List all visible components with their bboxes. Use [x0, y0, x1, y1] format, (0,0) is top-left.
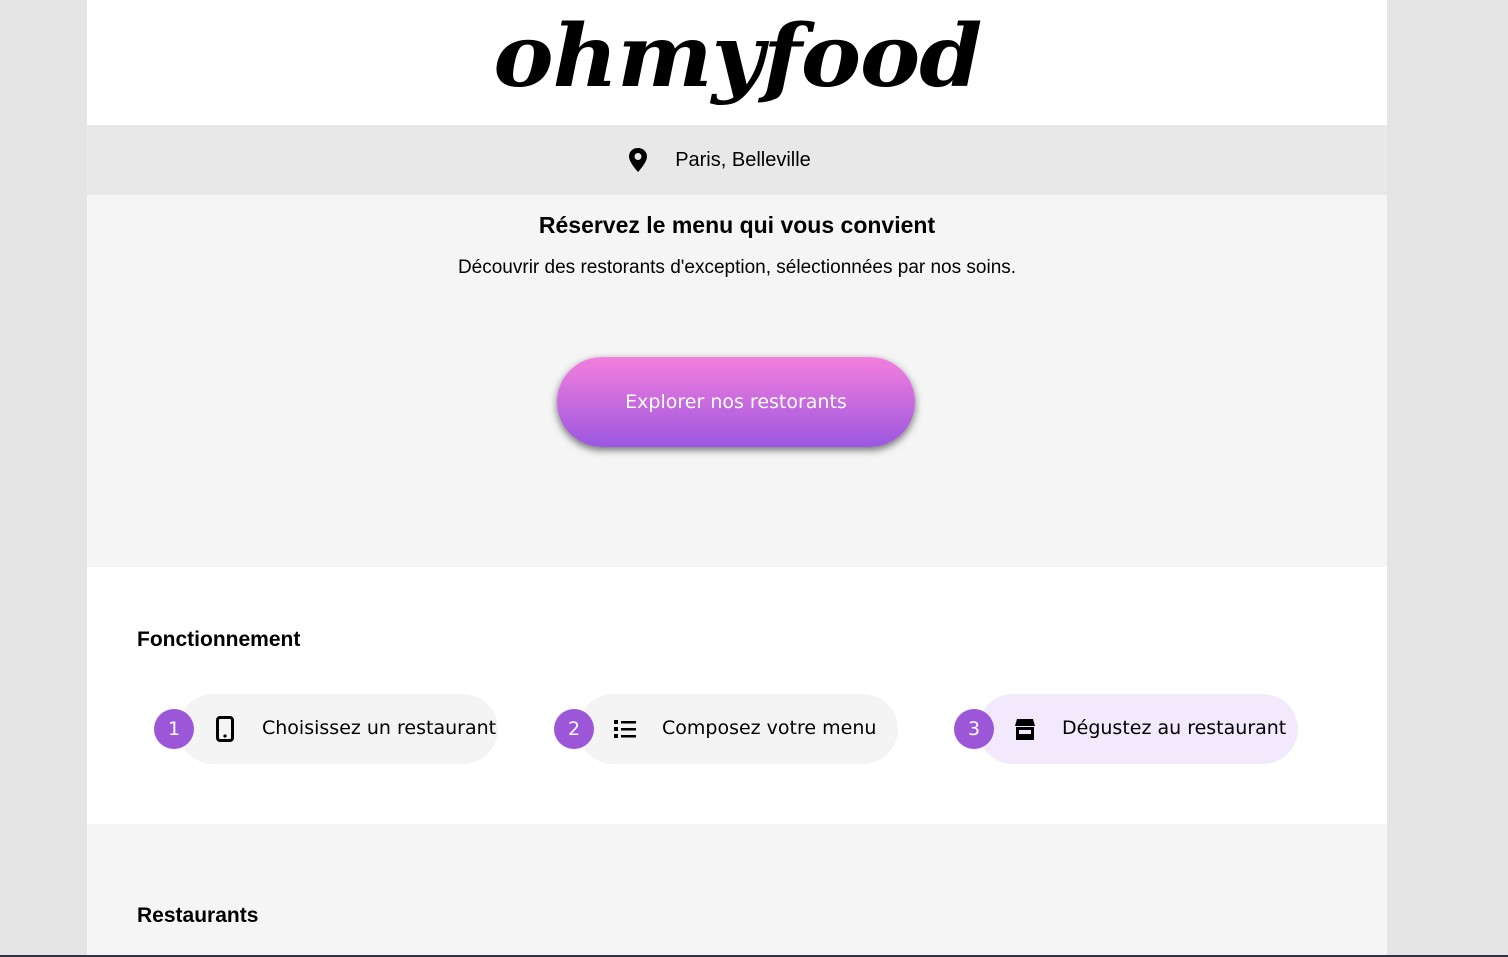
- smartphone-icon: [212, 716, 238, 742]
- location-label: Paris, Belleville: [675, 148, 811, 171]
- store-icon: [1012, 716, 1038, 742]
- step-label: Choisissez un restaurant: [262, 717, 497, 739]
- hero-subtitle: Découvrir des restorants d'exception, sé…: [457, 257, 1017, 278]
- step-number: 3: [954, 709, 994, 749]
- section-title-restaurants: Restaurants: [137, 904, 259, 927]
- list-icon: [612, 716, 638, 742]
- logo[interactable]: ohmyfood: [493, 13, 982, 100]
- step-label: Dégustez au restaurant: [1062, 717, 1287, 739]
- step-label: Composez votre menu: [662, 717, 877, 739]
- page: ohmyfood Paris, Belleville Réservez le m…: [87, 0, 1387, 957]
- explore-restaurants-button[interactable]: Explorer nos restorants: [557, 357, 915, 447]
- how-it-works-section: Fonctionnement 1 Choisissez un restauran…: [87, 567, 1387, 824]
- header: ohmyfood: [87, 0, 1387, 125]
- map-pin-icon: [627, 147, 649, 173]
- hero-section: Réservez le menu qui vous convient Décou…: [87, 195, 1387, 567]
- restaurants-section: Restaurants: [87, 824, 1387, 957]
- location-bar: Paris, Belleville: [87, 125, 1387, 195]
- step-number: 1: [154, 709, 194, 749]
- section-title-how-it-works: Fonctionnement: [137, 628, 301, 651]
- step-number: 2: [554, 709, 594, 749]
- hero-title: Réservez le menu qui vous convient: [538, 212, 936, 238]
